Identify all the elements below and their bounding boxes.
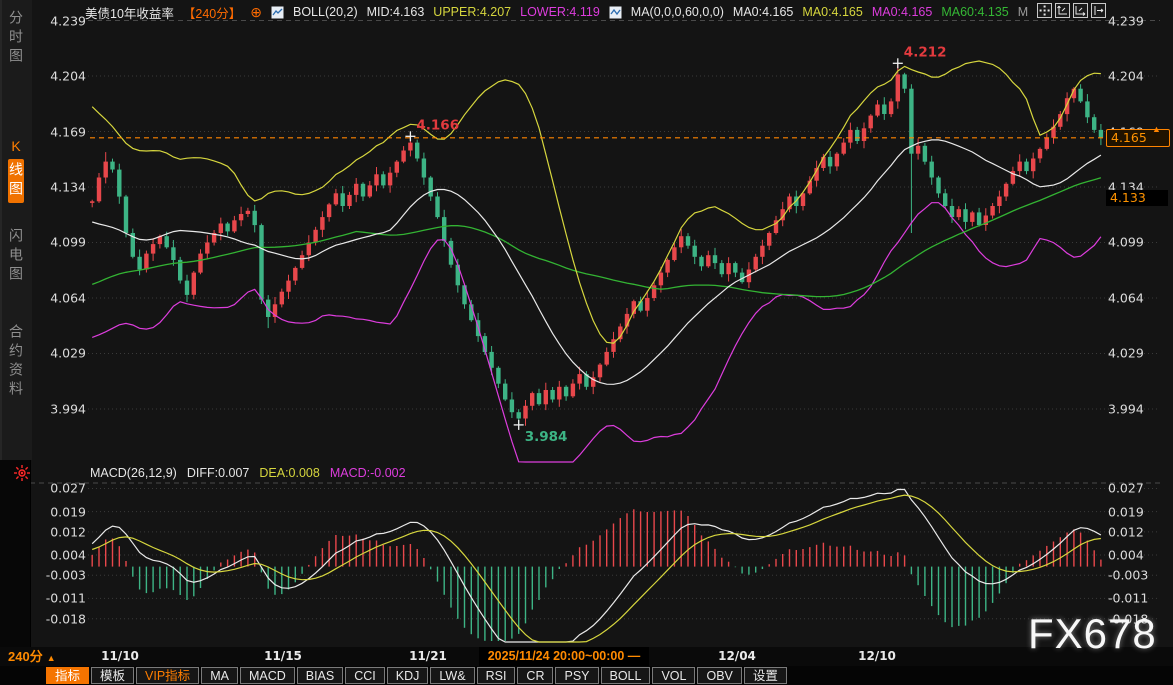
reference-price-box: 4.133 — [1106, 190, 1168, 206]
tab-settings[interactable]: 设置 — [744, 667, 787, 684]
tab-rsi[interactable]: RSI — [477, 667, 516, 684]
sidebar-item-time-chart[interactable]: 分时图 — [5, 10, 27, 67]
boll-chart-icon[interactable] — [271, 6, 284, 19]
chart-header: 美债10年收益率 【240分】 ⊕ BOLL(20,2) MID:4.163 U… — [85, 3, 1028, 21]
tab-vol[interactable]: VOL — [652, 667, 695, 684]
boll-upper-value: UPPER:4.207 — [433, 5, 511, 19]
tab-indicator[interactable]: 指标 — [46, 667, 89, 684]
header-toolbar — [1037, 3, 1106, 18]
macd-dea-value: DEA:0.008 — [259, 466, 319, 480]
alarm-icon[interactable] — [13, 464, 31, 482]
x-axis-date: 12/04 — [697, 647, 777, 666]
macd-histogram-positive — [92, 509, 1101, 566]
candles-up — [90, 74, 1076, 418]
page-title: 美债10年收益率 — [85, 3, 174, 22]
macd-label: MACD(26,12,9) — [90, 466, 177, 480]
ma0-yellow-value: MA0:4.165 — [802, 5, 862, 19]
sidebar-item-flash-chart[interactable]: 闪电图 — [5, 228, 27, 285]
period-indicator[interactable]: 240分▲ — [8, 647, 56, 668]
tab-macd[interactable]: MACD — [240, 667, 295, 684]
period-arrow-icon: ▲ — [47, 653, 56, 663]
x-axis-date: 12/10 — [837, 647, 917, 666]
ma0-white-value: MA0:4.165 — [733, 5, 793, 19]
extreme-marker-icon — [893, 58, 903, 68]
zoom-y-axis-icon[interactable] — [1055, 3, 1070, 18]
macd-value: MACD:-0.002 — [330, 466, 406, 480]
tab-ma[interactable]: MA — [201, 667, 238, 684]
chart-canvas[interactable]: 4.166 4.212 3.984 — [0, 0, 1173, 685]
sidebar: 分时图 K线图闪电图合约资料 — [0, 0, 31, 647]
period-label[interactable]: 【240分】 — [183, 3, 241, 22]
tab-obv[interactable]: OBV — [697, 667, 741, 684]
ma-chart-icon[interactable] — [609, 6, 622, 19]
x-axis-date: 11/15 — [243, 647, 323, 666]
tab-cci[interactable]: CCI — [345, 667, 385, 684]
zoom-x-axis-icon[interactable] — [1073, 3, 1088, 18]
macd-header: MACD(26,12,9) DIFF:0.007 DEA:0.008 MACD:… — [90, 466, 406, 480]
add-compare-icon[interactable]: ⊕ — [250, 5, 262, 19]
boll-lower-value: LOWER:4.119 — [520, 5, 600, 19]
extreme-marker-icon — [514, 420, 524, 430]
kline-app: 4.1664.2123.984 4.2394.2044.1694.1344.09… — [0, 0, 1173, 685]
macd-histogram-negative — [133, 567, 1013, 641]
candles-down — [110, 74, 1103, 418]
tab-lwr[interactable]: LW& — [430, 667, 474, 684]
tab-bias[interactable]: BIAS — [297, 667, 344, 684]
indicator-toolbar: 指标模板VIP指标MAMACDBIASCCIKDJLW&RSICRPSYBOLL… — [0, 666, 1173, 685]
x-axis-date: 11/10 — [80, 647, 160, 666]
ma60-value: MA60:4.135 — [941, 5, 1008, 19]
ma0-magenta-value: MA0:4.165 — [872, 5, 932, 19]
x-axis-date: 11/21 — [388, 647, 468, 666]
boll-upper-line — [92, 61, 1101, 343]
boll-lower-line — [92, 203, 1101, 462]
sidebar-item-kline-chart[interactable]: K线图 — [5, 138, 27, 203]
x-axis: 240分▲ 2025/11/24 20:00~00:00 — 11/10 11/1… — [0, 647, 1173, 666]
crosshair-time-box: 2025/11/24 20:00~00:00 — — [479, 647, 649, 666]
tab-cr[interactable]: CR — [517, 667, 553, 684]
m-label: M — [1018, 5, 1028, 19]
extreme-label: 3.984 — [525, 429, 568, 445]
tab-boll[interactable]: BOLL — [601, 667, 651, 684]
sidebar-item-contract-info[interactable]: 合约资料 — [5, 324, 27, 400]
page-right-icon[interactable] — [1091, 3, 1106, 18]
price-up-arrow-icon: ▲ — [1152, 124, 1161, 134]
ma60-line — [92, 178, 1101, 297]
tab-template[interactable]: 模板 — [91, 667, 134, 684]
extreme-marker-icon — [405, 131, 415, 141]
pan-icon[interactable] — [1037, 3, 1052, 18]
extreme-label: 4.212 — [904, 44, 947, 60]
tab-vip-indicator[interactable]: VIP指标 — [136, 667, 199, 684]
tab-psy[interactable]: PSY — [555, 667, 598, 684]
boll-mid-value: MID:4.163 — [367, 5, 425, 19]
macd-dea-line — [92, 495, 1101, 642]
boll-mid-line — [92, 140, 1101, 384]
boll-label: BOLL(20,2) — [293, 5, 358, 19]
tab-kdj[interactable]: KDJ — [387, 667, 429, 684]
ma-label: MA(0,0,0,60,0,0) — [631, 5, 724, 19]
extreme-label: 4.166 — [416, 117, 459, 133]
macd-diff-value: DIFF:0.007 — [187, 466, 250, 480]
